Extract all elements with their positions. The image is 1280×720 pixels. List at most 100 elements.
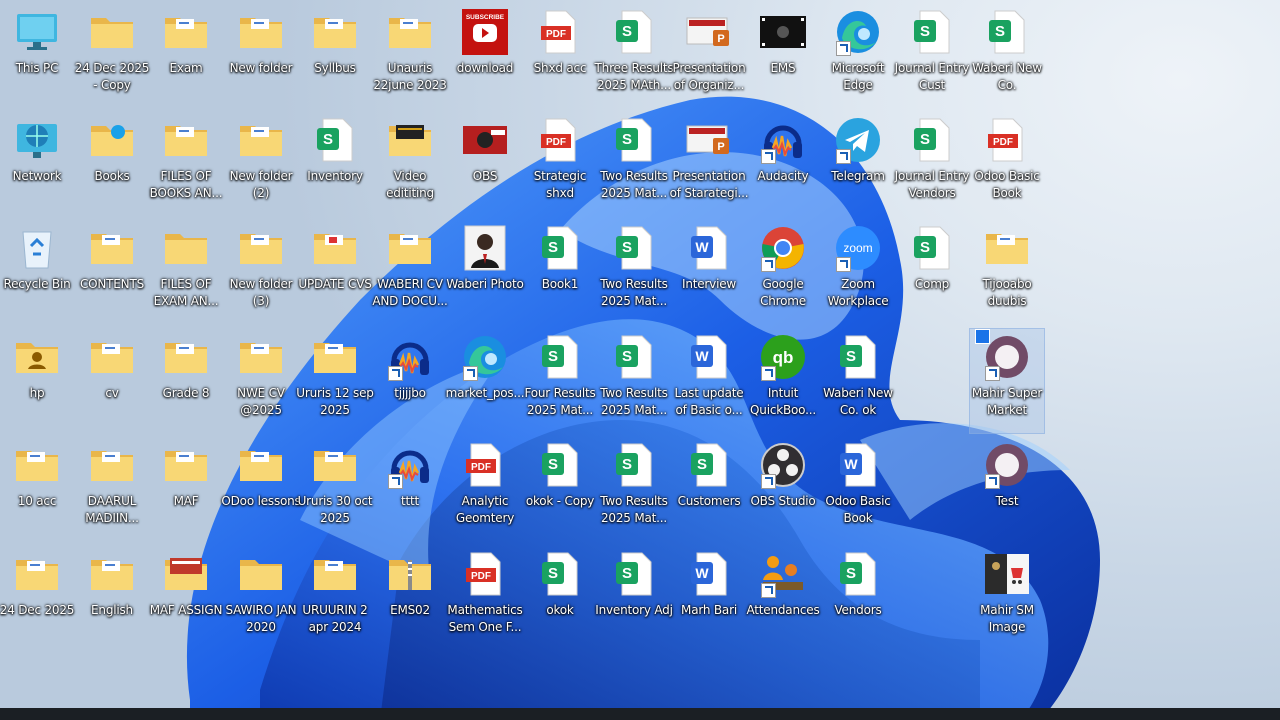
desktop-icon-sawiro-jan-2020[interactable]: SAWIRO JAN 2020 [224,546,298,650]
desktop-icon-last-update-of-basic-o[interactable]: W Last update of Basic o... [672,329,746,433]
desktop-icon-tjjjjbo[interactable]: tjjjjbo [373,329,447,433]
desktop-icon-two-results-2025-mat[interactable]: S Two Results 2025 Mat... [597,437,671,541]
desktop-icon-waberi-new-co[interactable]: S Waberi New Co. [970,4,1044,108]
desktop-icon-microsoft-edge[interactable]: Microsoft Edge [821,4,895,108]
desktop-icon-okok-copy[interactable]: Sokok - Copy [523,437,597,541]
desktop-icon-comp[interactable]: S Comp [895,220,969,324]
desktop-icon-odoo-basic-book[interactable]: W Odoo Basic Book [821,437,895,541]
desktop-icon-24-dec-2025[interactable]: 24 Dec 2025 [0,546,74,650]
sheet-icon: S [610,441,658,489]
desktop-icon-mathematics-sem-one-f[interactable]: PDF Mathematics Sem One F... [447,546,523,650]
desktop-icon-ururis-30-oct-2025[interactable]: Ururis 30 oct 2025 [298,437,373,541]
desktop-icon-test[interactable]: Test [970,437,1044,541]
pdf-icon: PDF [536,8,584,56]
desktop-icon-exam[interactable]: Exam [149,4,223,108]
desktop-icon-market-pos[interactable]: market_pos... [446,329,525,433]
desktop-icon-google-chrome[interactable]: Google Chrome [746,220,820,324]
desktop-icon-maf[interactable]: MAF [149,437,223,541]
desktop-icon-two-results-2025-mat[interactable]: S Two Results 2025 Mat... [597,220,671,324]
desktop-icon-inventory[interactable]: S Inventory [298,112,372,216]
desktop-icon-grade-8[interactable]: Grade 8 [149,329,223,433]
desktop-icon-maf-assign[interactable]: MAF ASSIGN [149,546,223,650]
desktop-icon-new-folder-3[interactable]: New folder (3) [224,220,298,324]
desktop-icon-four-results-2025-mat[interactable]: S Four Results 2025 Mat... [523,329,597,433]
desktop-icon-english[interactable]: English [75,546,149,650]
desktop-icon-mahir-sm-image[interactable]: Mahir SM Image [970,546,1044,650]
desktop-icon-network[interactable]: Network [0,112,74,216]
desktop-icon-marh-bari[interactable]: W Marh Bari [672,546,746,650]
desktop-icon-waberi-cv-and-docu[interactable]: WABERI CV AND DOCU... [372,220,448,324]
desktop-icon-label: Grade 8 [162,386,210,400]
desktop-icon-three-results-2025-math[interactable]: S Three Results 2025 MAth... [595,4,674,108]
desktop-icon-label: Journal Entry Vendors [894,169,970,200]
desktop-icon-files-of-exam-an[interactable]: FILES OF EXAM AN... [149,220,223,324]
folder-doc-icon [88,224,136,272]
desktop-icon-customers[interactable]: S Customers [672,437,746,541]
desktop-icon-files-of-books-an[interactable]: FILES OF BOOKS AN... [149,112,223,216]
desktop-icon-waberi-new-co-ok[interactable]: S Waberi New Co. ok [821,329,895,433]
desktop-icon-inventory-adj[interactable]: S Inventory Adj [595,546,673,650]
desktop-icon-book1[interactable]: S Book1 [523,220,597,324]
svg-text:qb: qb [773,348,794,367]
word-icon: W [685,224,733,272]
desktop-icon-update-cvs[interactable]: UPDATE CVS [298,220,372,324]
desktop-icon-presentation-of-starategi[interactable]: P Presentation of Starategi... [670,112,749,216]
desktop-icon-vendors[interactable]: S Vendors [821,546,895,650]
desktop-icon-audacity[interactable]: Audacity [746,112,820,216]
desktop-icon-books[interactable]: Books [75,112,149,216]
desktop-icon-analytic-geomtery[interactable]: PDF Analytic Geomtery [448,437,522,541]
desktop-icon-download[interactable]: SUBSCRIBE download [448,4,522,108]
desktop-icon-label: Telegram [831,169,885,183]
desktop-icon-daarul-madiin[interactable]: DAARUL MADIIN... [75,437,149,541]
desktop-icon-label: Exam [169,61,203,75]
desktop-icon-tijooabo-duubis[interactable]: Tijooabo duubis [970,220,1044,324]
desktop-icon-journal-entry-vendors[interactable]: S Journal Entry Vendors [894,112,970,216]
desktop-icon-zoom-workplace[interactable]: zoom Zoom Workplace [821,220,895,324]
desktop-icon-mahir-super-market[interactable]: Mahir Super Market [969,328,1045,434]
desktop-icon-okok[interactable]: Sokok [523,546,597,650]
selected-checkbox-icon[interactable] [975,329,990,344]
desktop-icon-two-results-2025-mat[interactable]: S Two Results 2025 Mat... [597,112,671,216]
desktop-icon-odoo-basic-book[interactable]: PDF Odoo Basic Book [970,112,1044,216]
svg-text:S: S [622,131,632,148]
desktop-icon-telegram[interactable]: Telegram [821,112,895,216]
desktop-icon-ururis-12-sep-2025[interactable]: Ururis 12 sep 2025 [296,329,374,433]
desktop-icon-two-results-2025-mat[interactable]: S Two Results 2025 Mat... [597,329,671,433]
desktop-icon-new-folder-2[interactable]: New folder (2) [224,112,298,216]
desktop-icon-odoo-lessons[interactable]: ODoo lessons [221,437,301,541]
desktop-icon-label: FILES OF BOOKS AN... [149,169,223,200]
desktop-icon-intuit-quickboo[interactable]: qb Intuit QuickBoo... [746,329,820,433]
desktop-icon-ems02[interactable]: EMS02 [373,546,447,650]
desktop-icon-nwe-cv-2025[interactable]: NWE CV @2025 [224,329,298,433]
desktop-icon-hp[interactable]: hp [0,329,74,433]
folder-doc-icon [237,333,285,381]
desktop-icon-presentation-of-organiz[interactable]: P Presentation of Organiz... [672,4,746,108]
desktop-icon-obs[interactable]: OBS [448,112,522,216]
desktop-icon-journal-entry-cust[interactable]: S Journal Entry Cust [895,4,970,108]
desktop-icon-syllbus[interactable]: Syllbus [298,4,372,108]
svg-text:S: S [920,131,930,148]
folder-doc-icon [311,333,359,381]
desktop-icon-interview[interactable]: W Interview [672,220,746,324]
desktop-icon-label: Four Results 2025 Mat... [524,386,596,417]
desktop-icon-new-folder[interactable]: New folder [224,4,298,108]
desktop-icon-unauris-22june-2023[interactable]: Unauris 22june 2023 [373,4,447,108]
desktop-icon-10-acc[interactable]: 10 acc [0,437,74,541]
desktop-icon-ems[interactable]: EMS [746,4,820,108]
desktop-icon-attendances[interactable]: Attendances [746,546,820,650]
desktop-icon-tttt[interactable]: tttt [373,437,447,541]
desktop-icon-obs-studio[interactable]: OBS Studio [746,437,820,541]
desktop-icon-24-dec-2025-copy[interactable]: 24 Dec 2025 - Copy [75,4,149,108]
desktop-icon-shxd-acc[interactable]: PDF Shxd acc [523,4,597,108]
desktop-icon-uruurin-2-apr-2024[interactable]: URUURIN 2 apr 2024 [298,546,372,650]
folder-doc-icon [983,224,1031,272]
desktop-icon-cv[interactable]: cv [75,329,149,433]
desktop-icon-contents[interactable]: CONTENTS [75,220,149,324]
folder-dark-icon [386,116,434,164]
desktop-icon-strategic-shxd[interactable]: PDF Strategic shxd [523,112,597,216]
desktop-icon-waberi-photo[interactable]: Waberi Photo [446,220,524,324]
desktop-icon-video-edititing[interactable]: Video edititing [373,112,447,216]
desktop-icon-recycle-bin[interactable]: Recycle Bin [0,220,74,324]
desktop-icon-this-pc[interactable]: This PC [0,4,74,108]
desktop-icon-label: Video edititing [386,169,434,200]
